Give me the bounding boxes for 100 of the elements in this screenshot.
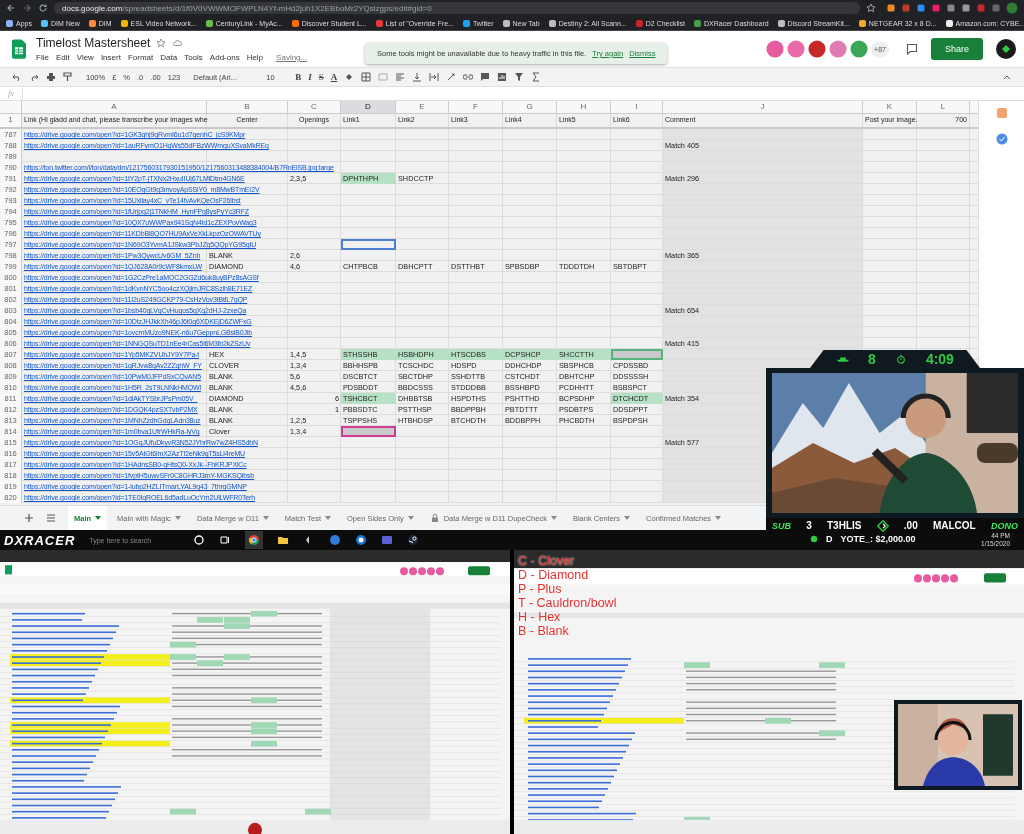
link-icon[interactable] <box>463 72 474 82</box>
lock-icon <box>429 513 440 523</box>
menu-item[interactable]: Edit <box>55 53 70 62</box>
dropdown-icon[interactable] <box>325 516 331 520</box>
menu-item[interactable]: Add-ons <box>209 53 240 62</box>
menu-item[interactable]: Format <box>127 53 154 62</box>
menu-item[interactable]: View <box>76 53 94 62</box>
undo-icon[interactable] <box>12 72 22 82</box>
overlay-timer: 4:09 <box>925 351 954 367</box>
collaborator-avatar[interactable] <box>787 40 806 58</box>
bookmark-icon[interactable] <box>945 19 953 27</box>
profile-avatar[interactable] <box>1006 2 1018 14</box>
star-icon[interactable] <box>866 3 876 13</box>
legend-text: B - Blank <box>518 624 569 638</box>
reload-icon[interactable] <box>38 3 48 13</box>
tasks-icon[interactable] <box>995 133 1008 145</box>
bookmark-icon[interactable] <box>548 19 556 27</box>
menu-item[interactable]: Help <box>246 53 264 62</box>
bookmark-icon[interactable] <box>462 19 470 27</box>
legend-text: C - Clover <box>518 554 575 568</box>
column-header[interactable]: B <box>207 101 288 113</box>
column-header[interactable]: K <box>863 101 917 113</box>
dropdown-icon[interactable] <box>715 516 722 520</box>
share-button[interactable]: Share <box>930 38 983 60</box>
bookmark-icon[interactable] <box>777 19 785 27</box>
vertical-align-icon[interactable] <box>412 72 423 82</box>
column-header[interactable]: E <box>396 101 449 113</box>
text-style-button[interactable]: S <box>318 72 324 82</box>
column-header[interactable]: G <box>503 101 557 113</box>
user-avatar[interactable] <box>996 39 1016 59</box>
bookmark-icon[interactable] <box>502 19 510 27</box>
collaborator-avatar[interactable] <box>829 40 848 58</box>
column-header[interactable]: D <box>341 101 396 113</box>
bookmark-icon[interactable] <box>6 19 13 27</box>
dropdown-icon[interactable] <box>624 516 631 520</box>
legend-text: D - Diamond <box>518 568 589 582</box>
comment-icon[interactable] <box>480 72 491 82</box>
rotate-icon[interactable] <box>446 72 457 82</box>
document-title[interactable]: Timelost Mastersheet <box>36 36 151 50</box>
sheets-logo-icon[interactable] <box>12 39 26 59</box>
bookmark-icon[interactable] <box>858 19 866 27</box>
comment-icon[interactable] <box>905 43 918 55</box>
address-bar[interactable]: docs.google.com/spreadsheets/d/1f0V0VWWMOFWPLN4Yf-mHd2juh1X2EBboMr2YQslzgps/edit#gid=0 <box>54 2 860 14</box>
redo-icon[interactable] <box>29 72 39 82</box>
ticker-text: T3HLIS <box>827 520 862 531</box>
url-path: /spreadsheets/d/1f0V0VWWMOFWPLN4Yf-mHd2juh1X2EBboMr2YQslzgps/edit#gid=0 <box>122 3 432 13</box>
column-header[interactable]: F <box>449 101 503 113</box>
bookmark-icon[interactable] <box>120 19 128 27</box>
folder-icon[interactable] <box>277 534 290 546</box>
borders-icon[interactable] <box>361 72 372 82</box>
function-icon[interactable] <box>531 72 542 82</box>
chart-icon[interactable] <box>497 72 508 82</box>
ticker-text: MALCOL <box>932 520 976 531</box>
back-icon[interactable] <box>6 3 16 13</box>
menu-item[interactable]: Tools <box>184 53 203 62</box>
ticker-tag: SUB <box>772 520 791 531</box>
collaborator-avatar[interactable] <box>808 40 827 58</box>
bookmark-icon[interactable] <box>88 19 96 27</box>
dropdown-icon[interactable] <box>174 516 181 520</box>
add-sheet-icon[interactable] <box>24 513 34 523</box>
text-style-button[interactable]: I <box>308 72 312 82</box>
column-header[interactable]: A <box>22 101 207 113</box>
dropdown-icon[interactable] <box>95 516 102 520</box>
forward-icon[interactable] <box>22 3 32 13</box>
ticker-text: YOTE_: $2,000.00 <box>840 534 916 544</box>
column-header[interactable]: I <box>611 101 663 113</box>
fill-color-icon[interactable] <box>344 72 355 82</box>
dot-icon <box>810 535 818 543</box>
bookmark-icon[interactable] <box>40 19 48 27</box>
collaborator-avatar[interactable] <box>766 40 785 58</box>
paint-format-icon[interactable] <box>63 72 73 82</box>
text-style-button[interactable]: A <box>330 72 338 82</box>
legend-text: T - Cauldron/bowl <box>518 596 617 610</box>
chrome-icon[interactable] <box>245 531 264 549</box>
task-view-icon[interactable] <box>219 534 232 546</box>
menu-item[interactable]: File <box>36 53 49 62</box>
collaborator-avatar[interactable] <box>850 40 869 58</box>
cloud-icon[interactable] <box>172 38 183 48</box>
bookmark-icon[interactable] <box>291 19 299 27</box>
menu-item[interactable]: Data <box>160 53 178 62</box>
menu-item[interactable]: Insert <box>100 53 121 62</box>
legend-text: P - Plus <box>518 582 562 596</box>
bookmark-icon[interactable] <box>205 19 213 27</box>
url-host: docs.google.com <box>62 3 123 13</box>
save-status[interactable]: Saving... <box>276 53 308 62</box>
cortana-icon[interactable] <box>193 534 206 546</box>
dropdown-icon[interactable] <box>550 516 557 520</box>
legend-text: H - Hex <box>518 610 561 624</box>
column-header[interactable]: H <box>557 101 611 113</box>
dropdown-icon[interactable] <box>407 516 414 520</box>
text-style-button[interactable]: B <box>295 72 302 82</box>
wrap-icon[interactable] <box>429 72 440 82</box>
app-icon[interactable] <box>355 534 368 546</box>
column-header[interactable]: L <box>917 101 970 113</box>
steam-icon[interactable] <box>407 534 420 546</box>
filter-icon[interactable] <box>514 72 525 82</box>
column-header[interactable]: J <box>663 101 863 113</box>
print-icon[interactable] <box>46 72 56 82</box>
dropdown-icon[interactable] <box>262 516 269 520</box>
star-icon[interactable] <box>156 38 167 48</box>
